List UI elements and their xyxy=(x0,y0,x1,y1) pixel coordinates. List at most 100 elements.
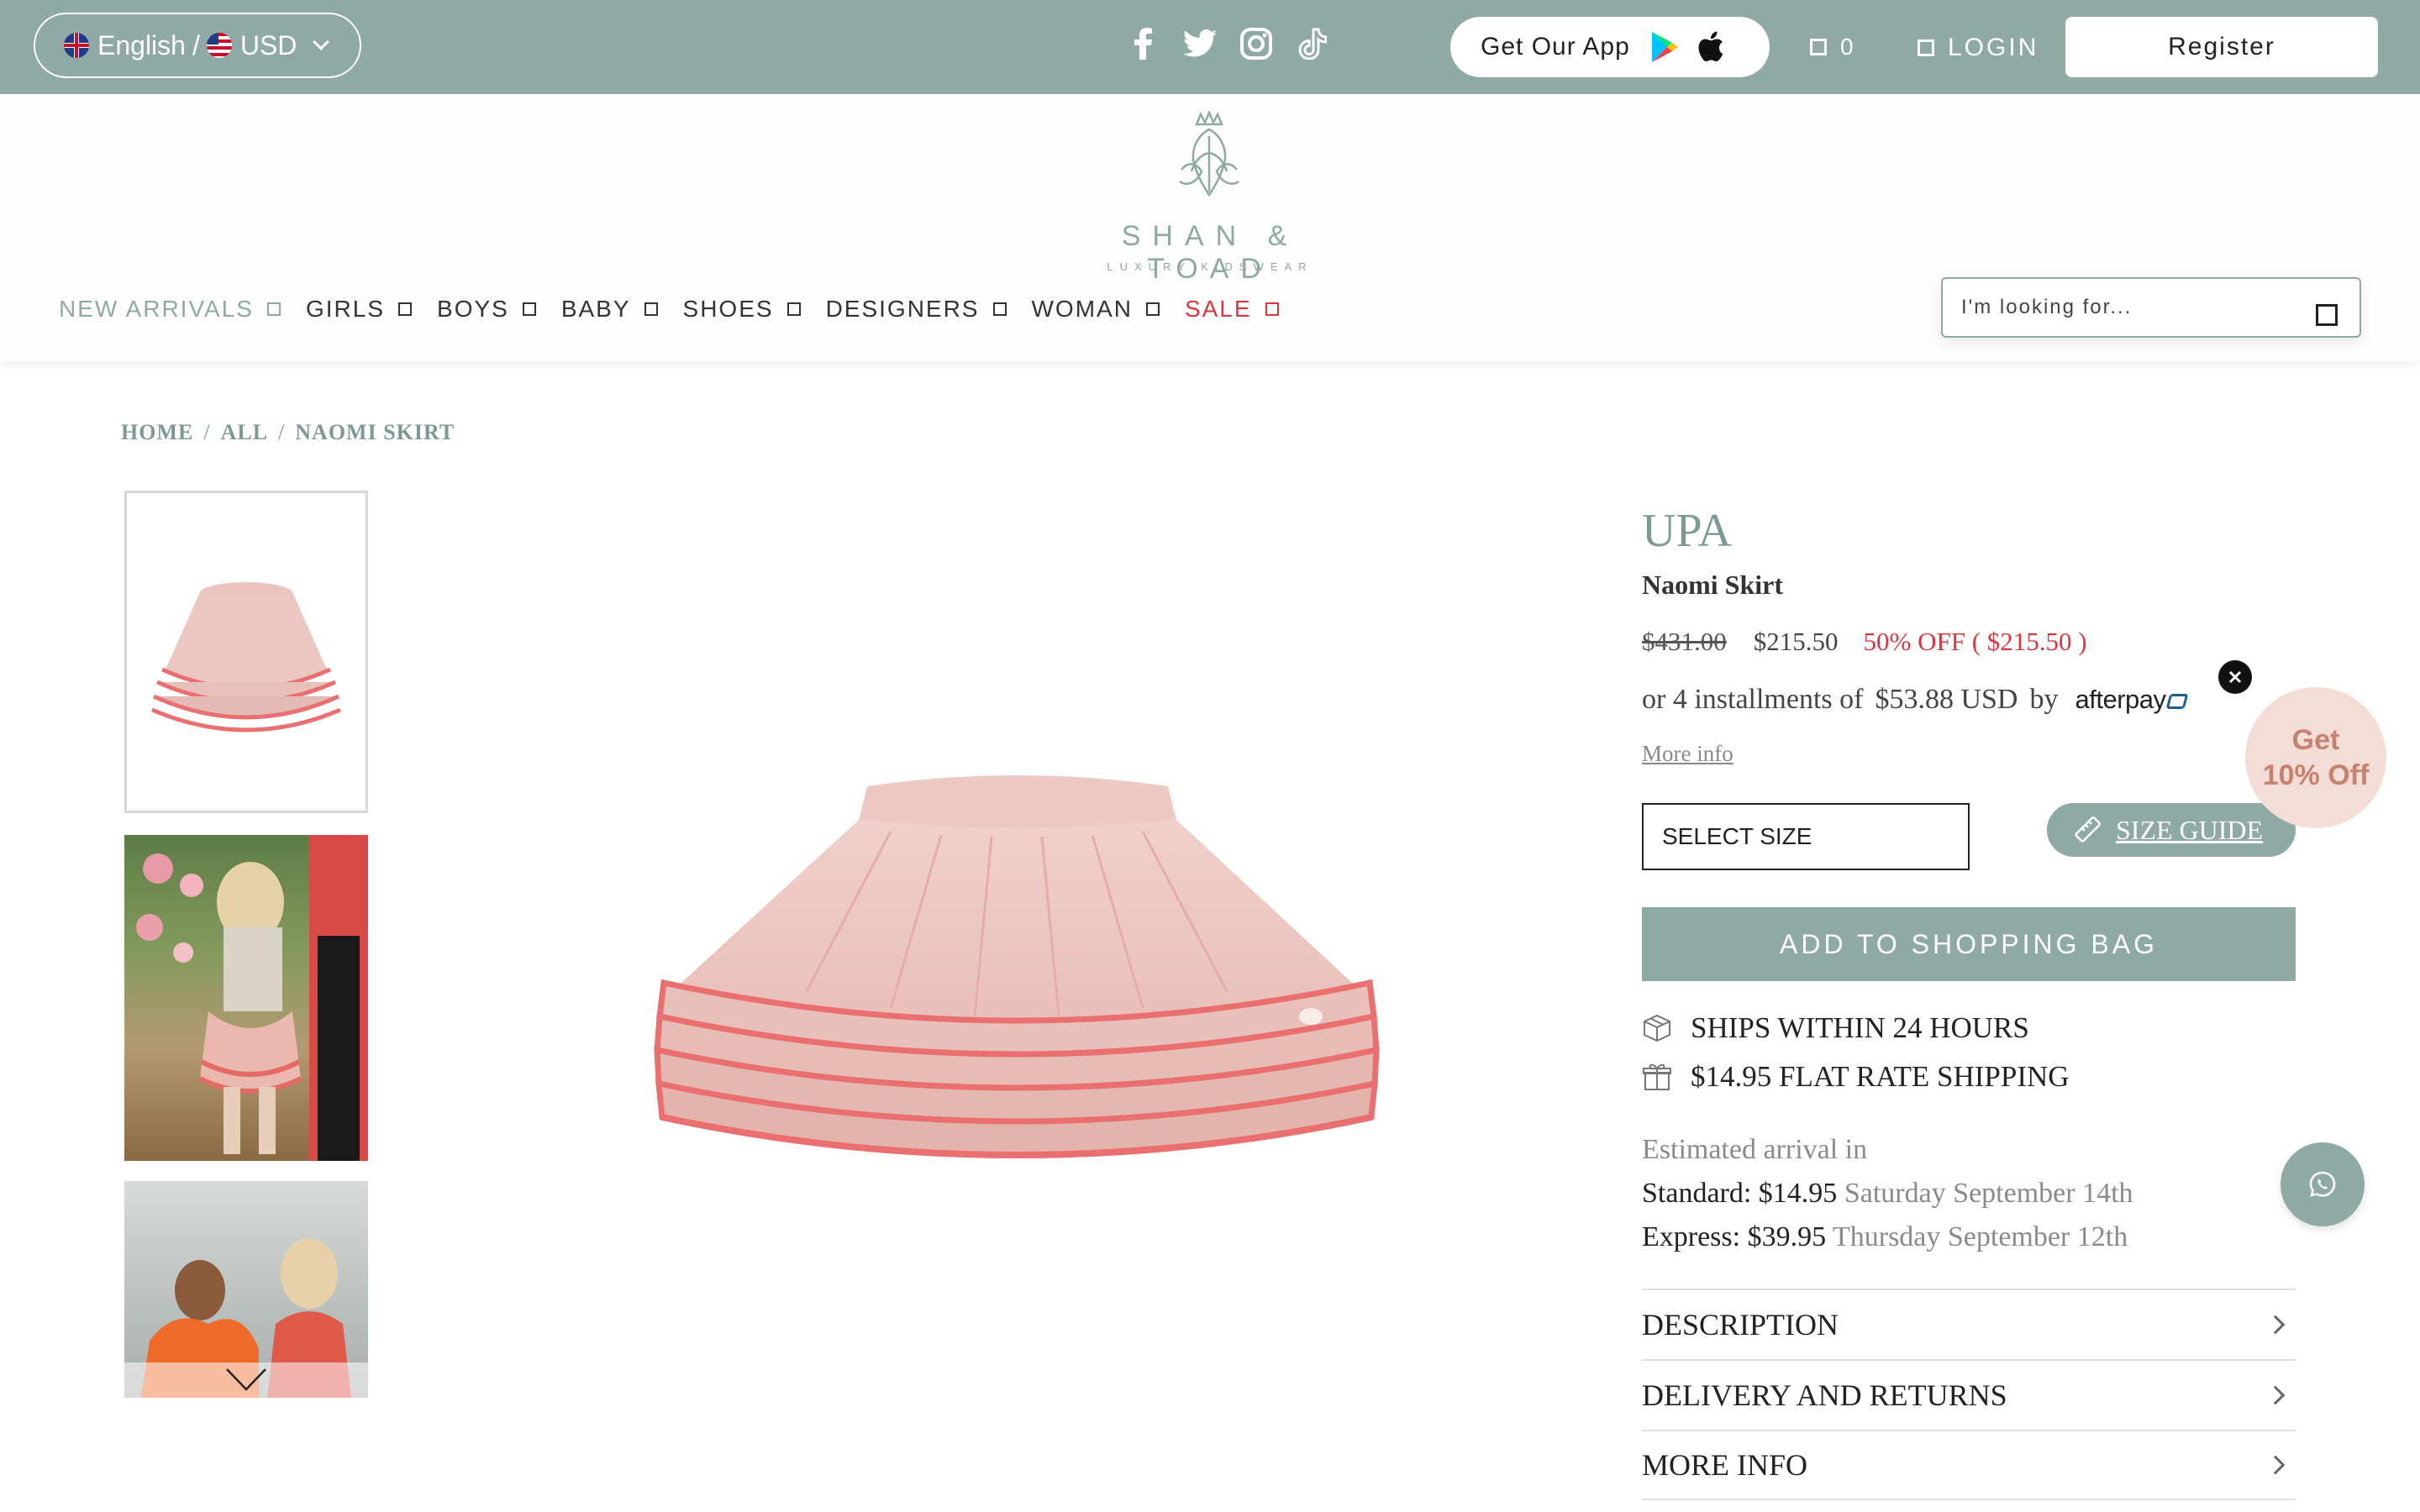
facebook-icon[interactable] xyxy=(1131,24,1156,64)
standard-label: Standard: $14.95 xyxy=(1642,1178,1838,1209)
ships-info: SHIPS WITHIN 24 HOURS xyxy=(1642,1011,2029,1045)
accordion-label: DESCRIPTION xyxy=(1642,1308,1839,1341)
thumbnail-2[interactable] xyxy=(124,835,368,1161)
nav-girls[interactable]: GIRLS xyxy=(305,296,413,323)
chevron-right-icon xyxy=(2265,1385,2286,1405)
dropdown-icon xyxy=(522,302,536,316)
breadcrumb-current[interactable]: NAOMI SKIRT xyxy=(295,420,455,444)
whatsapp-chat-button[interactable] xyxy=(2281,1142,2365,1226)
discount-promo-badge[interactable]: Get 10% Off xyxy=(2245,687,2386,828)
nav-sale[interactable]: SALE xyxy=(1185,296,1279,323)
register-button[interactable]: Register xyxy=(2065,17,2378,77)
thumbnail-lifestyle-image xyxy=(136,835,368,1161)
accordion-label: DELIVERY AND RETURNS xyxy=(1642,1378,2007,1412)
dropdown-icon xyxy=(992,302,1007,316)
nav-woman[interactable]: WOMAN xyxy=(1032,296,1160,323)
logo-crest-icon[interactable] xyxy=(1171,111,1247,203)
breadcrumb-all[interactable]: ALL xyxy=(221,420,268,444)
cart-count: 0 xyxy=(1840,34,1855,60)
installments-by: by xyxy=(2029,684,2059,715)
close-promo-button[interactable] xyxy=(2218,660,2252,694)
chevron-down-icon xyxy=(226,1368,266,1391)
size-guide-label: SIZE GUIDE xyxy=(2116,814,2264,845)
gift-icon xyxy=(1643,1063,1671,1090)
nav-label: SALE xyxy=(1184,296,1252,322)
discount-label: 50% OFF ( $215.50 ) xyxy=(1863,627,2087,656)
size-select[interactable]: SELECT SIZE xyxy=(1642,803,1970,870)
express-shipping: Express: $39.95 Thursday September 12th xyxy=(1642,1221,2128,1253)
cart-button[interactable]: 0 xyxy=(1810,34,1855,60)
accordion-description[interactable]: DESCRIPTION xyxy=(1642,1289,2296,1359)
tiktok-icon[interactable] xyxy=(1296,24,1329,64)
instagram-icon[interactable] xyxy=(1239,24,1274,64)
nav-shoes[interactable]: SHOES xyxy=(683,296,801,323)
language-separator: / xyxy=(192,29,200,60)
ruler-icon xyxy=(2075,816,2101,843)
nav-label: GIRLS xyxy=(305,296,386,322)
dropdown-icon xyxy=(644,302,658,316)
product-name: Naomi Skirt xyxy=(1642,570,1783,600)
dropdown-icon xyxy=(1265,302,1279,316)
installment-amount: $53.88 USD xyxy=(1875,684,2018,715)
logo-name[interactable]: SHAN & TOAD xyxy=(1059,220,1361,286)
language-label: English xyxy=(97,29,186,60)
nav-label: NEW ARRIVALS xyxy=(59,296,254,322)
search-input[interactable]: I'm looking for... xyxy=(1941,277,2361,338)
nav-label: DESIGNERS xyxy=(825,296,980,322)
chevron-down-icon xyxy=(313,34,330,50)
standard-shipping: Standard: $14.95 Saturday September 14th xyxy=(1642,1178,2133,1210)
afterpay-logo: afterpay xyxy=(2075,685,2188,715)
google-play-icon[interactable] xyxy=(1650,31,1679,63)
main-nav: NEW ARRIVALS GIRLS BOYS BABY SHOES DESIG… xyxy=(59,296,1304,323)
breadcrumb-separator: / xyxy=(278,420,286,444)
twitter-icon[interactable] xyxy=(1181,24,1218,64)
standard-date: Saturday September 14th xyxy=(1844,1178,2133,1209)
currency-label: USD xyxy=(239,29,297,60)
apple-icon[interactable] xyxy=(1697,31,1724,63)
user-icon xyxy=(1918,39,1934,56)
get-app-button[interactable]: Get Our App xyxy=(1450,17,1770,77)
accordion-delivery-returns[interactable]: DELIVERY AND RETURNS xyxy=(1642,1359,2296,1430)
language-currency-selector[interactable]: English / USD xyxy=(34,13,361,78)
chevron-right-icon xyxy=(2265,1315,2286,1335)
promo-line-1: Get xyxy=(2291,723,2340,756)
main-product-image[interactable] xyxy=(622,739,1412,1243)
accordion-more-info[interactable]: MORE INFO xyxy=(1642,1430,2296,1500)
close-icon xyxy=(2228,670,2242,684)
express-date: Thursday September 12th xyxy=(1832,1221,2128,1252)
logo-tagline: LUXURY KIDSWEAR xyxy=(1107,260,1313,273)
nav-boys[interactable]: BOYS xyxy=(437,296,536,323)
more-info-link[interactable]: More info xyxy=(1642,741,1733,767)
nav-label: WOMAN xyxy=(1031,296,1133,322)
size-guide-button[interactable]: SIZE GUIDE xyxy=(2047,803,2296,857)
top-bar: English / USD Get Our App 0 LOGIN Regist… xyxy=(0,0,2420,94)
dropdown-icon xyxy=(266,302,281,316)
nav-new-arrivals[interactable]: NEW ARRIVALS xyxy=(59,296,281,323)
nav-designers[interactable]: DESIGNERS xyxy=(826,296,1007,323)
price-row: $431.00 $215.50 50% OFF ( $215.50 ) xyxy=(1642,627,2087,657)
dropdown-icon xyxy=(1145,302,1160,316)
express-label: Express: $39.95 xyxy=(1642,1221,1827,1252)
dropdown-icon xyxy=(398,302,413,316)
nav-baby[interactable]: BABY xyxy=(561,296,658,323)
thumbnail-next-button[interactable] xyxy=(124,1362,368,1398)
afterpay-installments: or 4 installments of $53.88 USD by after… xyxy=(1642,684,2188,716)
add-to-bag-button[interactable]: ADD TO SHOPPING BAG xyxy=(1642,907,2296,981)
shipping-info: $14.95 FLAT RATE SHIPPING xyxy=(1642,1060,2070,1094)
ships-label: SHIPS WITHIN 24 HOURS xyxy=(1691,1011,2029,1044)
nav-label: SHOES xyxy=(682,296,774,322)
whatsapp-icon xyxy=(2309,1171,2336,1197)
installments-prefix: or 4 installments of xyxy=(1642,684,1864,715)
search-placeholder: I'm looking for... xyxy=(1961,296,2133,318)
flat-rate-label: $14.95 FLAT RATE SHIPPING xyxy=(1691,1060,2070,1093)
login-button[interactable]: LOGIN xyxy=(1918,34,2039,62)
estimated-arrival-label: Estimated arrival in xyxy=(1642,1134,1868,1165)
uk-flag-icon xyxy=(64,33,89,58)
thumbnail-1[interactable] xyxy=(124,491,368,813)
search-icon[interactable] xyxy=(2316,304,2338,326)
breadcrumb-home[interactable]: HOME xyxy=(121,420,193,444)
promo-line-2: 10% Off xyxy=(2262,759,2370,791)
product-brand[interactable]: UPA xyxy=(1642,504,1732,558)
bag-icon xyxy=(1810,39,1827,55)
breadcrumb: HOME / ALL / NAOMI SKIRT xyxy=(121,420,455,445)
